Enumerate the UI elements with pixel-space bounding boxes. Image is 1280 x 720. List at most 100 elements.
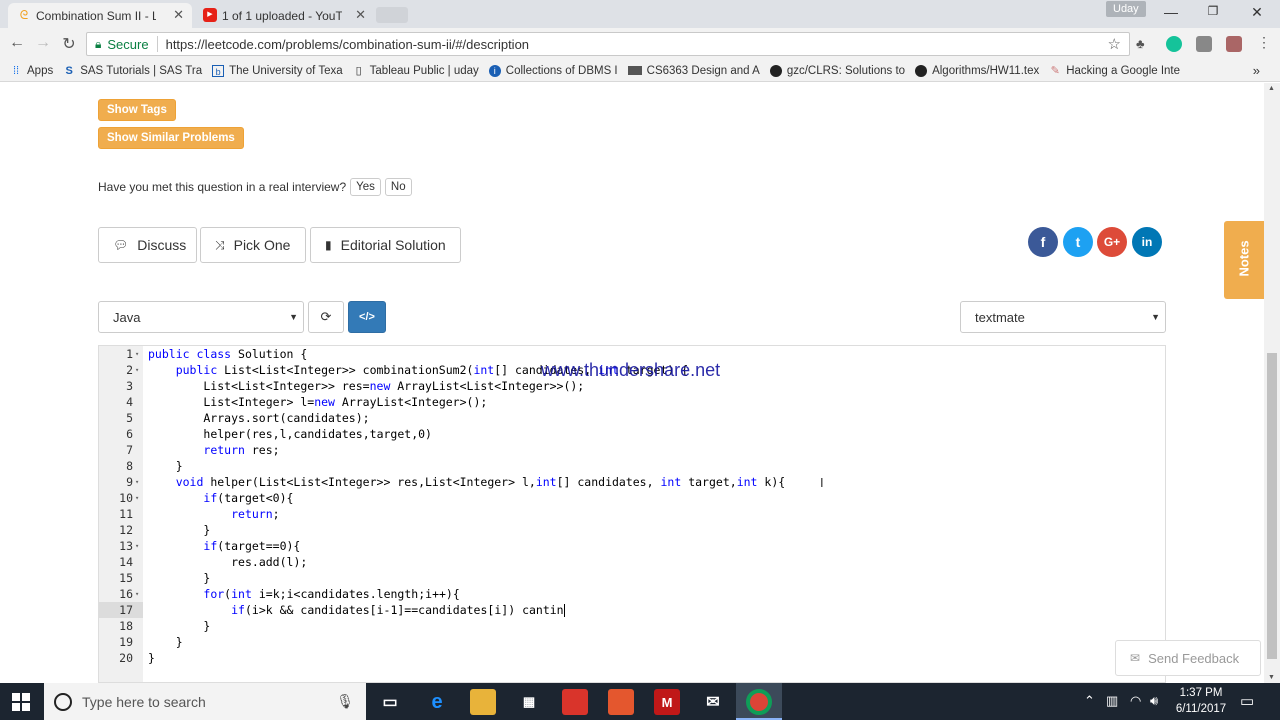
chevron-up-icon[interactable]: ⌃ bbox=[1084, 693, 1095, 709]
fold-arrow-icon[interactable]: ▾ bbox=[135, 490, 139, 506]
new-tab-button[interactable] bbox=[376, 7, 408, 23]
volume-icon[interactable]: 🔊︎ bbox=[1150, 693, 1158, 709]
code-line[interactable]: for(int i=k;i<candidates.length;i++){ bbox=[148, 586, 459, 602]
code-line[interactable]: return; bbox=[148, 506, 279, 522]
user-profile-badge[interactable]: Uday bbox=[1106, 1, 1146, 17]
code-line[interactable]: } bbox=[148, 634, 183, 650]
discuss-button[interactable]: 💬︎ Discuss bbox=[98, 227, 197, 263]
address-bar[interactable]: 🔒︎ Secure https://leetcode.com/problems/… bbox=[86, 32, 1130, 56]
code-line[interactable]: res.add(l); bbox=[148, 554, 307, 570]
fold-arrow-icon[interactable]: ▾ bbox=[135, 362, 139, 378]
grammarly-icon[interactable] bbox=[1166, 36, 1182, 52]
code-line[interactable]: } bbox=[148, 618, 210, 634]
code-line[interactable]: } bbox=[148, 570, 210, 586]
bookmark-item[interactable]: S SAS Tutorials | SAS Tra bbox=[63, 65, 203, 77]
close-icon[interactable]: ✕ bbox=[355, 7, 366, 23]
forward-icon[interactable]: → bbox=[33, 34, 53, 52]
twitter-icon[interactable]: t bbox=[1063, 227, 1093, 257]
bookmark-item[interactable]: CS6363 Design and A bbox=[627, 65, 760, 77]
code-line[interactable]: if(target<0){ bbox=[148, 490, 293, 506]
fold-arrow-icon[interactable]: ▾ bbox=[135, 586, 139, 602]
notes-tab[interactable]: Notes bbox=[1224, 221, 1264, 299]
editorial-solution-button[interactable]: ▮ Editorial Solution bbox=[310, 227, 461, 263]
code-line[interactable]: } bbox=[148, 458, 183, 474]
code-line[interactable]: List<List<Integer>> res=new ArrayList<Li… bbox=[148, 378, 584, 394]
show-tags-button[interactable]: Show Tags bbox=[98, 99, 176, 121]
scroll-up-icon[interactable]: ▲ bbox=[1268, 85, 1275, 92]
code-toggle-button[interactable]: </> bbox=[348, 301, 386, 333]
mail-app-icon[interactable]: ✉ bbox=[700, 689, 726, 715]
facebook-icon[interactable]: f bbox=[1028, 227, 1058, 257]
tab-youtube[interactable]: ▶ 1 of 1 uploaded - YouTub ✕ bbox=[194, 3, 374, 28]
menu-icon[interactable]: ⋮ bbox=[1254, 34, 1274, 51]
extension-icon[interactable] bbox=[1226, 36, 1242, 52]
language-select[interactable]: Java ▼ bbox=[98, 301, 304, 333]
bookmark-item[interactable]: gzc/CLRS: Solutions to bbox=[769, 64, 905, 77]
code-line[interactable]: public class Solution { bbox=[148, 346, 307, 362]
bookmark-item[interactable]: ✎ Hacking a Google Inte bbox=[1049, 65, 1180, 77]
theme-select[interactable]: textmate ▼ bbox=[960, 301, 1166, 333]
code-line[interactable]: List<Integer> l=new ArrayList<Integer>()… bbox=[148, 394, 487, 410]
send-feedback-button[interactable]: ✉ Send Feedback bbox=[1115, 640, 1261, 676]
url-text[interactable]: https://leetcode.com/problems/combinatio… bbox=[166, 37, 529, 52]
code-line[interactable]: void helper(List<List<Integer>> res,List… bbox=[148, 474, 786, 490]
scrollbar-thumb[interactable] bbox=[1267, 353, 1277, 659]
google-plus-icon[interactable]: G+ bbox=[1097, 227, 1127, 257]
star-icon[interactable]: ☆ bbox=[1108, 35, 1121, 53]
app-icon[interactable] bbox=[608, 689, 634, 715]
code-editor[interactable]: 1 ▾ 2 ▾ 3 4 5 6 7 8 9 ▾ 10 ▾ 11 12 13 ▾ 14 15 16 ▾ 17 18 19 20 pu… bbox=[98, 345, 1166, 683]
store-icon[interactable]: ▦ bbox=[516, 689, 542, 715]
system-clock[interactable]: 1:37 PM 6/11/2017 bbox=[1168, 685, 1234, 717]
pick-one-button[interactable]: ⤨ Pick One bbox=[200, 227, 306, 263]
page-scrollbar[interactable]: ▲ ▼ bbox=[1264, 83, 1280, 683]
chrome-taskbar-button[interactable] bbox=[736, 683, 782, 720]
mcafee-icon[interactable]: M bbox=[654, 689, 680, 715]
scroll-down-icon[interactable]: ▼ bbox=[1268, 674, 1275, 681]
line-gutter: 1 ▾ 2 ▾ 3 4 5 6 7 8 9 ▾ 10 ▾ 11 12 13 ▾ 14 15 16 ▾ 17 18 19 20 bbox=[99, 346, 143, 682]
no-button[interactable]: No bbox=[384, 178, 412, 196]
code-line[interactable]: if(target==0){ bbox=[148, 538, 300, 554]
app-icon[interactable] bbox=[562, 689, 588, 715]
microphone-icon[interactable]: 🎙︎ bbox=[336, 693, 354, 710]
code-line[interactable]: } bbox=[148, 650, 155, 666]
comment-icon: 💬︎ bbox=[113, 238, 129, 252]
minimize-icon[interactable]: — bbox=[1161, 4, 1181, 20]
yes-button[interactable]: Yes bbox=[350, 178, 381, 196]
window-close-icon[interactable]: ✕ bbox=[1247, 4, 1267, 21]
reload-icon[interactable]: ↻ bbox=[59, 34, 79, 54]
reset-code-button[interactable]: ⟳ bbox=[308, 301, 344, 333]
fold-arrow-icon[interactable]: ▾ bbox=[135, 346, 139, 362]
back-icon[interactable]: ← bbox=[7, 34, 27, 52]
code-line[interactable]: Arrays.sort(candidates); bbox=[148, 410, 369, 426]
extension-icon[interactable] bbox=[1196, 36, 1212, 52]
close-icon[interactable]: ✕ bbox=[173, 7, 184, 23]
edge-icon[interactable]: e bbox=[424, 689, 450, 715]
file-explorer-icon[interactable] bbox=[470, 689, 496, 715]
restore-icon[interactable]: ❐ bbox=[1203, 4, 1223, 18]
show-similar-problems-button[interactable]: Show Similar Problems bbox=[98, 127, 244, 149]
tab-leetcode[interactable]: ᘓ Combination Sum II - Lee ✕ bbox=[8, 3, 192, 28]
code-line[interactable]: } bbox=[148, 522, 210, 538]
chevron-more-icon[interactable]: » bbox=[1253, 63, 1260, 78]
bookmark-item[interactable]: ▯ Tableau Public | uday bbox=[353, 65, 479, 77]
bookmark-item[interactable]: i Collections of DBMS I bbox=[488, 64, 618, 77]
bookmark-apps[interactable]: ⁞⁞ Apps bbox=[10, 65, 53, 77]
code-line[interactable]: return res; bbox=[148, 442, 279, 458]
taskbar-search[interactable]: Type here to search 🎙︎ bbox=[44, 683, 366, 720]
fold-arrow-icon[interactable]: ▾ bbox=[135, 474, 139, 490]
code-line[interactable]: helper(res,l,candidates,target,0) bbox=[148, 426, 432, 442]
wifi-icon[interactable]: ◠ bbox=[1130, 693, 1141, 709]
b-icon: b bbox=[212, 64, 225, 77]
notification-icon[interactable]: ▭ bbox=[1240, 692, 1254, 710]
bookmark-item[interactable]: b The University of Texa bbox=[212, 64, 343, 77]
task-view-icon[interactable]: ▭ bbox=[377, 689, 403, 715]
fold-arrow-icon[interactable]: ▾ bbox=[135, 538, 139, 554]
line-number: 15 bbox=[119, 571, 133, 585]
windows-start-icon[interactable] bbox=[12, 693, 30, 711]
code-line[interactable]: if(i>k && candidates[i-1]==candidates[i]… bbox=[148, 602, 565, 618]
bookmark-item[interactable]: Algorithms/HW11.tex bbox=[915, 64, 1039, 77]
linkedin-icon[interactable]: in bbox=[1132, 227, 1162, 257]
notes-label: Notes bbox=[1236, 240, 1252, 277]
network-icon[interactable]: ▥ bbox=[1106, 693, 1118, 709]
extension-icon[interactable]: ♣ bbox=[1136, 36, 1152, 52]
